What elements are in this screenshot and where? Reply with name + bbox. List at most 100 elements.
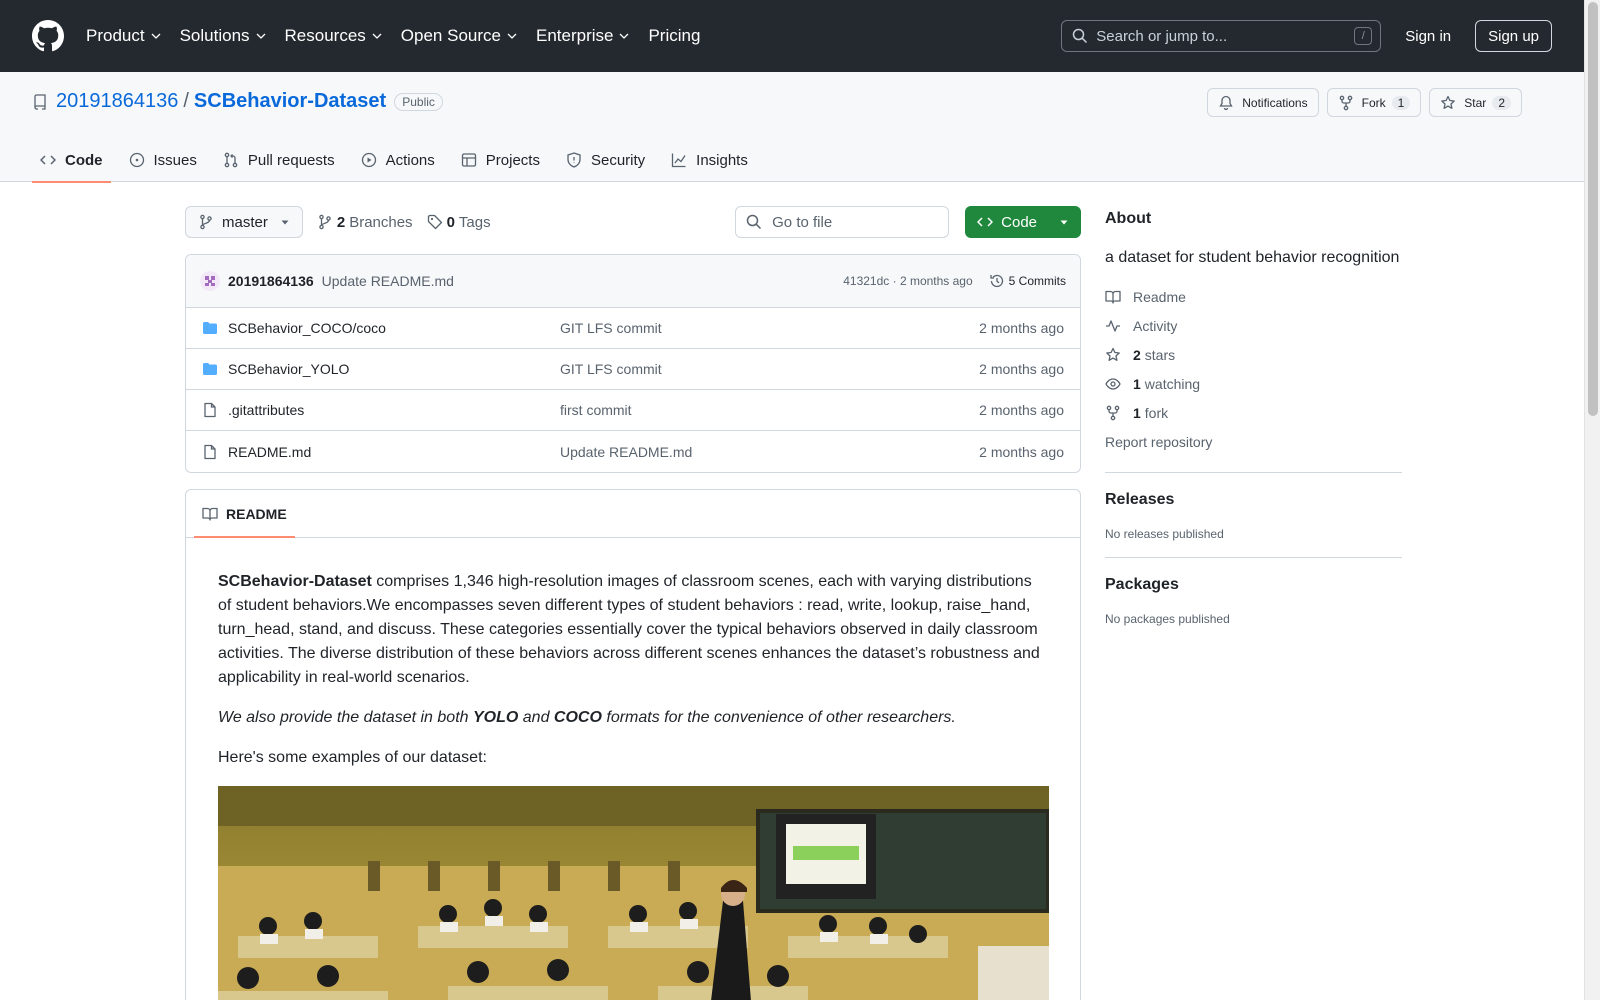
table-row[interactable]: SCBehavior_COCO/coco GIT LFS commit 2 mo… — [186, 308, 1080, 349]
about-description: a dataset for student behavior recogniti… — [1105, 249, 1400, 266]
branches-link[interactable]: 2 Branches — [317, 214, 413, 231]
go-to-file-placeholder: Go to file — [772, 213, 833, 231]
report-repository-link[interactable]: Report repository — [1105, 427, 1402, 456]
commit-hash-time[interactable]: 41321dc · 2 months ago — [843, 274, 972, 288]
table-row[interactable]: SCBehavior_YOLO GIT LFS commit 2 months … — [186, 349, 1080, 390]
commit-meta: 41321dc · 2 months ago 5 Commits — [843, 273, 1066, 289]
classroom-example-image — [218, 786, 1049, 1000]
sign-up-button[interactable]: Sign up — [1475, 20, 1552, 52]
nav-solutions[interactable]: Solutions — [180, 26, 267, 46]
file-commit-message[interactable]: GIT LFS commit — [560, 361, 662, 377]
tab-security[interactable]: Security — [558, 138, 653, 182]
readme-paragraph: SCBehavior-Dataset comprises 1,346 high-… — [218, 570, 1048, 690]
tab-issues[interactable]: Issues — [121, 138, 205, 182]
notifications-label: Notifications — [1242, 95, 1308, 110]
file-age: 2 months ago — [979, 361, 1064, 377]
tab-pull-requests[interactable]: Pull requests — [215, 138, 343, 182]
tab-code[interactable]: Code — [32, 138, 111, 183]
chevron-down-icon — [620, 33, 629, 39]
nav-pricing[interactable]: Pricing — [648, 26, 700, 46]
file-name[interactable]: README.md — [228, 444, 560, 460]
readme-content: SCBehavior-Dataset comprises 1,346 high-… — [186, 538, 1080, 1000]
code-dropdown-button[interactable]: Code — [965, 206, 1081, 238]
nav-resources-label: Resources — [284, 26, 366, 45]
table-row[interactable]: README.md Update README.md 2 months ago — [186, 431, 1080, 472]
watching-label: watching — [1144, 375, 1201, 392]
global-search-input[interactable]: Search or jump to... / — [1061, 20, 1382, 52]
tab-readme[interactable]: README — [194, 490, 295, 538]
search-shortcut-key: / — [1354, 27, 1373, 45]
readme-formats-text: We also provide the dataset in both — [218, 709, 473, 726]
branch-selector[interactable]: master — [185, 206, 303, 238]
play-icon — [361, 152, 376, 168]
tab-pull-requests-label: Pull requests — [247, 151, 335, 169]
packages-heading[interactable]: Packages — [1105, 576, 1402, 594]
file-navigation: master 2 Branches 0 Tags Go to file Code — [185, 206, 1081, 238]
forks-link[interactable]: 1 fork — [1105, 398, 1402, 427]
main-content: master 2 Branches 0 Tags Go to file Code — [185, 206, 1081, 1000]
nav-open-source[interactable]: Open Source — [401, 26, 518, 46]
bell-icon — [1219, 95, 1233, 110]
file-name[interactable]: SCBehavior_COCO/coco — [228, 320, 560, 336]
file-commit-message[interactable]: Update README.md — [560, 444, 692, 460]
tab-insights[interactable]: Insights — [663, 138, 756, 182]
tab-actions-label: Actions — [385, 151, 435, 169]
file-commit-message[interactable]: first commit — [560, 402, 632, 418]
table-row[interactable]: .gitattributes first commit 2 months ago — [186, 390, 1080, 431]
readme-link[interactable]: Readme — [1105, 282, 1402, 311]
fork-icon — [1106, 405, 1120, 420]
tab-projects[interactable]: Projects — [453, 138, 548, 182]
watchers-link[interactable]: 1 watching — [1105, 369, 1402, 398]
header-actions: Search or jump to... / Sign in Sign up — [1061, 20, 1552, 52]
scrollbar-thumb[interactable] — [1588, 2, 1598, 416]
nav-resources[interactable]: Resources — [285, 26, 383, 46]
github-logo-icon[interactable] — [32, 20, 64, 52]
tag-icon — [427, 214, 442, 230]
stars-link[interactable]: 2 stars — [1105, 340, 1402, 369]
forks-label: fork — [1144, 404, 1169, 421]
book-icon — [202, 507, 218, 521]
fork-button[interactable]: Fork 1 — [1326, 88, 1422, 117]
commit-author[interactable]: 20191864136 — [228, 273, 314, 289]
visibility-badge: Public — [394, 92, 443, 111]
avatar[interactable] — [200, 271, 220, 291]
star-icon — [1106, 347, 1120, 361]
divider — [1105, 557, 1402, 558]
shield-icon — [567, 152, 581, 168]
watching-count: 1 — [1133, 375, 1141, 392]
readme-examples-intro: Here's some examples of our dataset: — [218, 749, 487, 766]
star-button[interactable]: Star 2 — [1429, 88, 1522, 117]
go-to-file-input[interactable]: Go to file — [735, 206, 950, 238]
commit-message[interactable]: Update README.md — [322, 273, 454, 289]
about-heading: About — [1105, 210, 1152, 227]
activity-link[interactable]: Activity — [1105, 311, 1402, 340]
readme-formats-end: formats for the convenience of other res… — [601, 709, 956, 726]
stars-count: 2 — [1133, 346, 1141, 363]
tab-actions[interactable]: Actions — [353, 138, 443, 182]
tags-link[interactable]: 0 Tags — [427, 214, 491, 231]
pulse-icon — [1106, 319, 1120, 332]
nav-enterprise-label: Enterprise — [535, 26, 614, 45]
chevron-down-icon — [151, 33, 161, 39]
chevron-down-icon — [256, 33, 265, 39]
readme-coco: COCO — [553, 709, 602, 726]
file-age: 2 months ago — [979, 320, 1064, 336]
file-name[interactable]: .gitattributes — [228, 402, 560, 418]
repo-name-link[interactable]: SCBehavior-Dataset — [194, 90, 386, 113]
issue-opened-icon — [129, 152, 144, 168]
notifications-button[interactable]: Notifications — [1207, 88, 1319, 117]
nav-pricing-label: Pricing — [648, 26, 701, 45]
sign-in-link[interactable]: Sign in — [1405, 28, 1451, 45]
commits-history-link[interactable]: 5 Commits — [989, 273, 1066, 289]
file-name[interactable]: SCBehavior_YOLO — [228, 361, 560, 377]
releases-heading[interactable]: Releases — [1105, 491, 1402, 509]
file-commit-message[interactable]: GIT LFS commit — [560, 320, 662, 336]
folder-icon — [203, 322, 217, 334]
nav-enterprise[interactable]: Enterprise — [536, 26, 630, 46]
nav-product[interactable]: Product — [86, 26, 162, 46]
repo-owner-link[interactable]: 20191864136 — [56, 90, 178, 113]
report-repository-label: Report repository — [1105, 433, 1213, 450]
code-icon — [977, 217, 994, 227]
page-scrollbar[interactable] — [1584, 0, 1600, 1000]
readme-formats-and: and — [518, 709, 554, 726]
